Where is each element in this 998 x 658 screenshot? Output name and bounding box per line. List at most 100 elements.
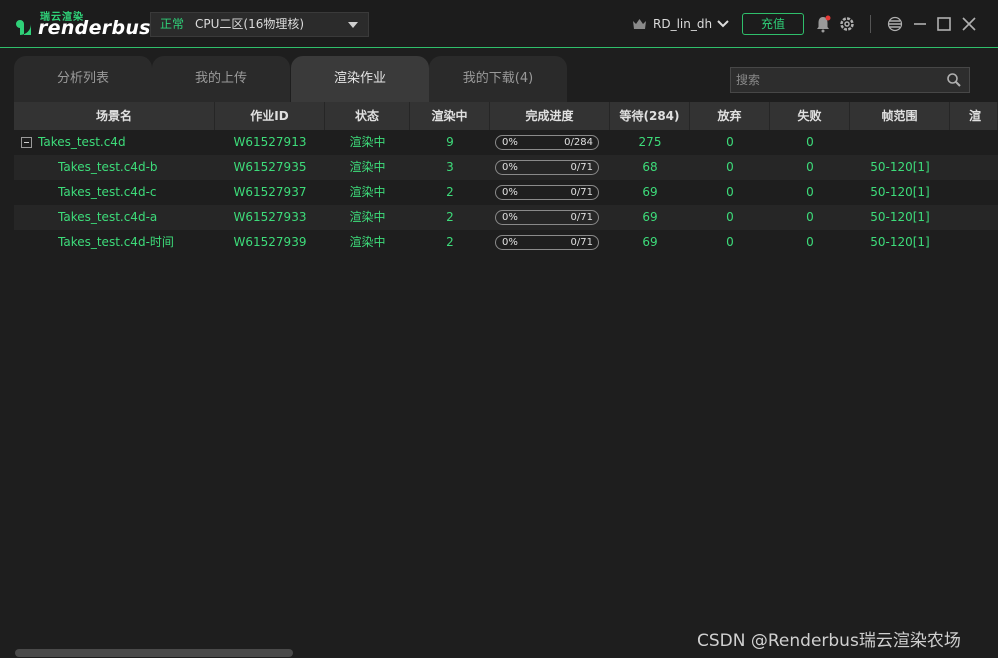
cell-failed: 0 [806,160,814,174]
scrollbar-thumb[interactable] [15,649,293,657]
title-bar: 瑞云渲染 renderbus 正常 CPU二区(16物理核) RD_lin_dh… [0,0,998,48]
table-row[interactable]: Takes_test.c4d-b W61527935 渲染中 3 68 0 0 50-120[… [14,155,998,180]
notification-bell-icon[interactable] [814,15,832,33]
progress-percent: 0% [502,137,518,148]
cell-abandoned: 0 [726,185,734,199]
cell-waiting: 275 [638,135,662,149]
col-truncated[interactable]: 渲 [950,102,998,130]
col-failed[interactable]: 失败 [770,102,850,130]
search-input[interactable] [731,68,941,92]
crown-icon [633,19,646,29]
search-box [730,67,970,93]
cell-failed: 0 [806,210,814,224]
col-rendering[interactable]: 渲染中 [410,102,490,130]
cell-waiting: 69 [642,210,658,224]
cell-scene-name: Takes_test.c4d-a [58,210,158,224]
cell-status: 渲染中 [349,210,386,224]
progress-bar: 0% 0/71 [495,210,599,225]
renderbus-logo-icon [9,13,31,35]
close-icon[interactable] [960,15,978,33]
cell-job-id: W61527939 [233,235,307,249]
cell-status: 渲染中 [349,135,386,149]
collapse-toggle-icon[interactable] [21,137,32,148]
cell-frame-range: 50-120[1] [870,210,930,224]
cell-frame-range [850,130,950,155]
cell-waiting: 68 [642,160,658,174]
table-row[interactable]: Takes_test.c4d-a W61527933 渲染中 2 69 0 0 50-120[… [14,205,998,230]
progress-count: 0/71 [570,162,593,173]
cell-abandoned: 0 [726,135,734,149]
table-row[interactable]: Takes_test.c4d-时间 W61527939 渲染中 2 69 0 0 50-120… [14,230,998,255]
progress-bar: 0% 0/284 [495,135,599,150]
cell-rendering: 2 [446,235,454,249]
progress-percent: 0% [502,212,518,223]
cell-job-id: W61527933 [233,210,307,224]
col-status[interactable]: 状态 [325,102,410,130]
col-abandoned[interactable]: 放弃 [690,102,770,130]
switch-icon[interactable] [886,15,904,33]
logo-en-text: renderbus [38,17,151,39]
progress-count: 0/71 [570,212,593,223]
progress-count: 0/71 [570,187,593,198]
cell-waiting: 69 [642,185,658,199]
cell-waiting: 69 [642,235,658,249]
cell-status: 渲染中 [349,185,386,199]
cell-failed: 0 [806,135,814,149]
mode-label: CPU二区(16物理核) [195,17,305,31]
cell-job-id: W61527937 [233,185,307,199]
mode-status: 正常 [160,17,185,31]
caret-down-icon [348,22,358,28]
tab-my-downloads[interactable]: 我的下载(4) [429,56,567,102]
progress-count: 0/284 [564,137,593,148]
cell-abandoned: 0 [726,235,734,249]
cell-scene-name: Takes_test.c4d-时间 [58,235,174,249]
col-waiting[interactable]: 等待(284) [610,102,690,130]
table-header: 场景名 作业ID 状态 渲染中 完成进度 等待(284) 放弃 失败 帧范围 渲 [14,102,998,130]
toolbar-divider [870,15,871,33]
cell-job-id: W61527913 [233,135,307,149]
cell-abandoned: 0 [726,210,734,224]
tab-analysis-list[interactable]: 分析列表 [14,56,152,102]
render-mode-select[interactable]: 正常 CPU二区(16物理核) [150,12,369,37]
cell-scene-name: Takes_test.c4d-b [58,160,158,174]
progress-percent: 0% [502,187,518,198]
cell-failed: 0 [806,185,814,199]
cell-failed: 0 [806,235,814,249]
cell-rendering: 9 [446,135,454,149]
gear-icon[interactable] [838,15,856,33]
cell-rendering: 2 [446,185,454,199]
minimize-icon[interactable] [911,15,929,33]
cell-rendering: 2 [446,210,454,224]
tab-render-jobs[interactable]: 渲染作业 [291,56,429,102]
cell-rendering: 3 [446,160,454,174]
search-icon[interactable] [946,72,962,88]
cell-status: 渲染中 [349,160,386,174]
table-row[interactable]: Takes_test.c4d W61527913 渲染中 9 275 0 0 0% 0/284 [14,130,998,155]
recharge-button[interactable]: 充值 [742,13,804,35]
col-progress[interactable]: 完成进度 [490,102,610,130]
cell-job-id: W61527935 [233,160,307,174]
cell-scene-name: Takes_test.c4d [38,135,126,149]
progress-bar: 0% 0/71 [495,185,599,200]
table-row[interactable]: Takes_test.c4d-c W61527937 渲染中 2 69 0 0 50-120[… [14,180,998,205]
cell-scene-name: Takes_test.c4d-c [58,185,157,199]
progress-count: 0/71 [570,237,593,248]
progress-bar: 0% 0/71 [495,160,599,175]
watermark-text: CSDN @Renderbus瑞云渲染农场 [697,631,961,651]
cell-abandoned: 0 [726,160,734,174]
app-logo: 瑞云渲染 renderbus [6,8,150,40]
tab-my-uploads[interactable]: 我的上传 [152,56,290,102]
user-name: RD_lin_dh [653,17,713,31]
cell-frame-range: 50-120[1] [870,235,930,249]
render-jobs-table: 场景名 作业ID 状态 渲染中 完成进度 等待(284) 放弃 失败 帧范围 渲… [14,102,998,646]
maximize-icon[interactable] [935,15,953,33]
progress-bar: 0% 0/71 [495,235,599,250]
progress-percent: 0% [502,237,518,248]
cell-status: 渲染中 [349,235,386,249]
col-frame-range[interactable]: 帧范围 [850,102,950,130]
cell-frame-range: 50-120[1] [870,160,930,174]
chevron-down-icon [717,20,729,28]
cell-frame-range: 50-120[1] [870,185,930,199]
col-scene-name[interactable]: 场景名 [14,102,215,130]
col-job-id[interactable]: 作业ID [215,102,325,130]
